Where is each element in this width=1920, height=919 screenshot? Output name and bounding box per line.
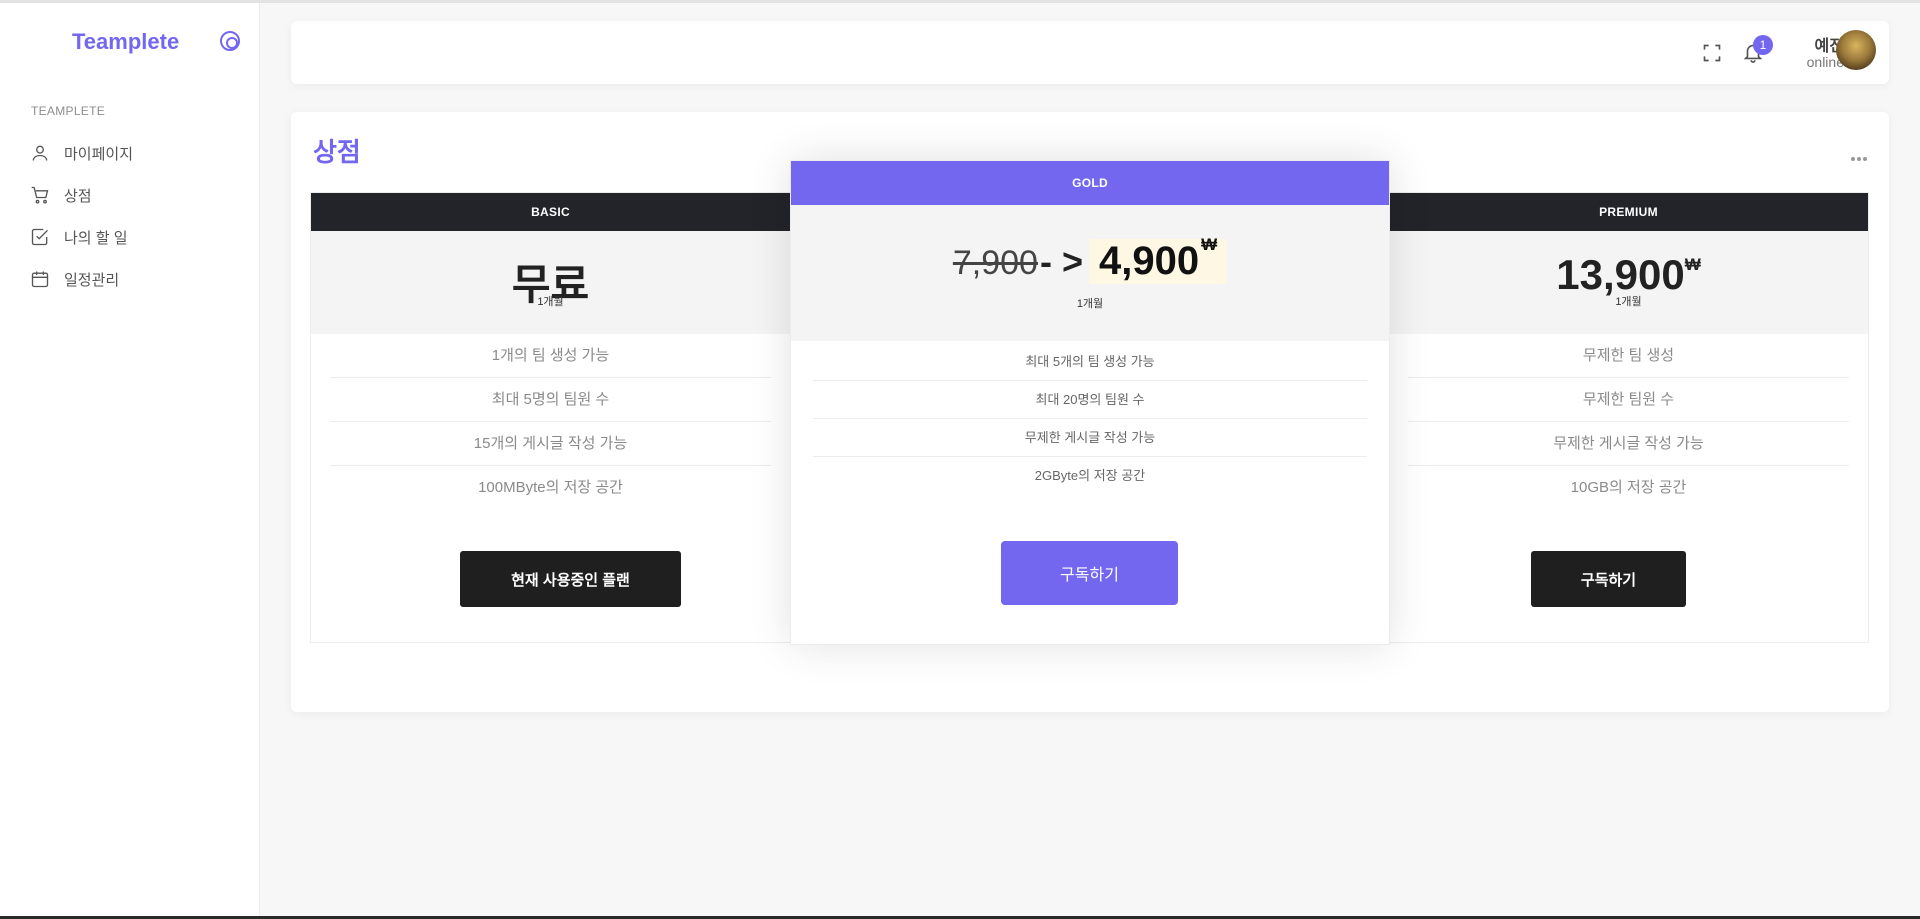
current-plan-button[interactable]: 현재 사용중인 플랜 <box>460 551 681 607</box>
feature-item: 무제한 게시글 작성 가능 <box>813 419 1367 457</box>
subscribe-premium-button[interactable]: 구독하기 <box>1531 551 1686 607</box>
plan-period: 1개월 <box>1615 296 1642 308</box>
sidebar-item-schedule[interactable]: 일정관리 <box>30 267 119 291</box>
avatar[interactable] <box>1836 30 1876 70</box>
sidebar-item-label: 마이페이지 <box>64 145 134 163</box>
checkbox-icon <box>31 228 48 246</box>
sidebar-section-title: TEAMPLETE <box>31 104 106 118</box>
user-icon <box>32 145 48 161</box>
feature-item: 1개의 팀 생성 가능 <box>330 334 771 378</box>
feature-list: 무제한 팀 생성 무제한 팀원 수 무제한 게시글 작성 가능 10GB의 저장… <box>1389 334 1868 510</box>
notification-badge: 1 <box>1753 35 1773 55</box>
subscribe-gold-button[interactable]: 구독하기 <box>1001 541 1178 605</box>
sidebar-toggle-icon[interactable] <box>220 31 240 51</box>
cart-icon <box>31 186 49 204</box>
plan-price: 13,900₩ <box>1389 251 1868 299</box>
currency-symbol: ₩ <box>1684 255 1701 274</box>
price-box: 7,900- >4,900 ₩ 1개월 <box>791 205 1389 341</box>
price-value: 4,900 <box>1098 239 1200 283</box>
calendar-icon <box>31 271 49 288</box>
plan-name: PREMIUM <box>1389 193 1868 231</box>
sidebar-item-todo[interactable]: 나의 할 일 <box>30 225 128 249</box>
price-arrow: - > <box>1039 241 1083 282</box>
plan-card-premium: PREMIUM 13,900₩ 1개월 무제한 팀 생성 무제한 팀원 수 무제… <box>1388 192 1869 643</box>
price-value: 13,900 <box>1556 251 1685 298</box>
feature-item: 무제한 팀원 수 <box>1408 378 1849 422</box>
sidebar-item-label: 상점 <box>64 187 92 205</box>
page-title: 상점 <box>313 137 361 167</box>
notification-button[interactable]: 1 <box>1742 35 1773 67</box>
top-border <box>0 0 1920 3</box>
brand-logo[interactable]: Teamplete <box>72 29 179 55</box>
plan-period: 1개월 <box>1076 298 1104 310</box>
feature-item: 최대 5명의 팀원 수 <box>330 378 771 422</box>
user-status: online <box>1806 54 1844 70</box>
feature-item: 100MByte의 저장 공간 <box>478 479 623 496</box>
sidebar-item-mypage[interactable]: 마이페이지 <box>30 141 133 165</box>
feature-list: 최대 5개의 팀 생성 가능 최대 20명의 팀원 수 무제한 게시글 작성 가… <box>791 343 1389 495</box>
feature-item: 2GByte의 저장 공간 <box>1034 468 1146 483</box>
price-box: 무료 1개월 <box>311 231 790 334</box>
fullscreen-icon[interactable] <box>1702 43 1722 63</box>
new-price: 4,900 ₩ <box>1088 235 1228 284</box>
feature-item: 최대 5개의 팀 생성 가능 <box>813 343 1367 381</box>
plan-name: GOLD <box>791 161 1389 205</box>
sidebar-item-label: 나의 할 일 <box>64 229 128 247</box>
feature-item: 15개의 게시글 작성 가능 <box>330 422 771 466</box>
plan-name: BASIC <box>311 193 790 231</box>
feature-item: 10GB의 저장 공간 <box>1570 479 1687 496</box>
feature-item: 무제한 게시글 작성 가능 <box>1408 422 1849 466</box>
sidebar: Teamplete TEAMPLETE 마이페이지 상점 나의 할 일 일정관리 <box>0 3 260 916</box>
plan-card-basic: BASIC 무료 1개월 1개의 팀 생성 가능 최대 5명의 팀원 수 15개… <box>310 192 791 643</box>
currency-symbol: ₩ <box>1201 235 1218 254</box>
sidebar-item-store[interactable]: 상점 <box>30 183 92 207</box>
sidebar-item-label: 일정관리 <box>64 271 120 289</box>
feature-item: 최대 20명의 팀원 수 <box>813 381 1367 419</box>
discount-price: 7,900- >4,900 ₩ <box>791 235 1389 284</box>
old-price: 7,900 <box>952 244 1038 282</box>
top-header: 1 예진 online <box>291 21 1889 84</box>
plan-period: 1개월 <box>537 296 564 308</box>
feature-item: 무제한 팀 생성 <box>1408 334 1849 378</box>
more-options-icon[interactable] <box>1851 148 1871 161</box>
price-box: 13,900₩ 1개월 <box>1389 231 1868 334</box>
plan-card-gold: GOLD 7,900- >4,900 ₩ 1개월 최대 5개의 팀 생성 가능 최… <box>790 160 1390 645</box>
feature-list: 1개의 팀 생성 가능 최대 5명의 팀원 수 15개의 게시글 작성 가능 1… <box>311 334 790 510</box>
